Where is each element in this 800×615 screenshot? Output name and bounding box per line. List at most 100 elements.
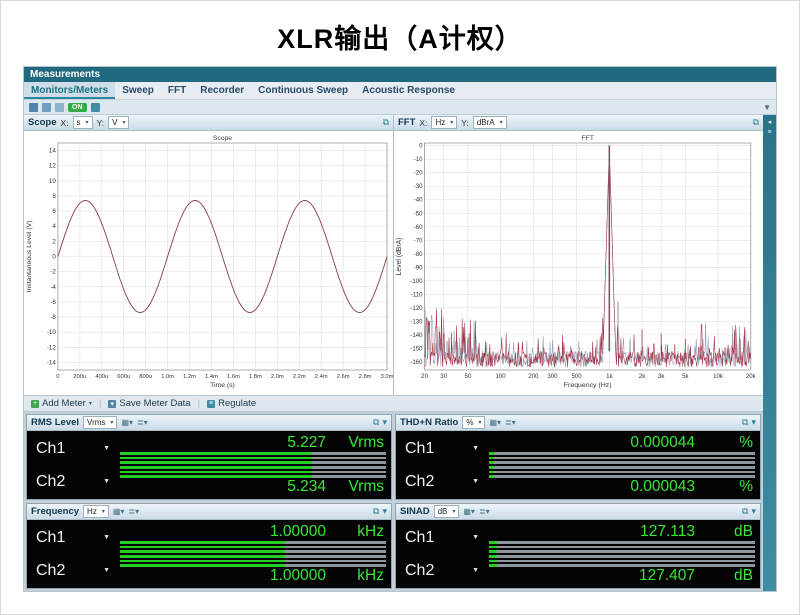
- svg-text:Frequency (Hz): Frequency (Hz): [564, 382, 612, 389]
- meter-unit-select[interactable]: Vrms ▾: [83, 416, 118, 429]
- meter-panel-sinad: SINAD dB ▾ ▦▾ ≣▾ ⧉ ▾ Ch1 ▼ 127.113 dB Ch…: [395, 503, 761, 589]
- layout-icon[interactable]: [42, 102, 51, 112]
- meter-popout-icon[interactable]: ⧉: [373, 506, 379, 517]
- scope-x-unit-select[interactable]: s ▾: [72, 116, 93, 129]
- channel-dropdown-icon[interactable]: ▼: [103, 478, 110, 485]
- filter-caret-icon[interactable]: ▼: [763, 103, 771, 112]
- channel-bar: 0.000043%: [489, 465, 755, 498]
- svg-text:2: 2: [52, 238, 56, 245]
- meter-unit-select[interactable]: Hz ▾: [83, 505, 109, 518]
- channel-bar: 1.00000 kHz: [120, 554, 386, 587]
- tab-monitors-meters[interactable]: Monitors/Meters: [24, 82, 116, 99]
- svg-text:20: 20: [421, 374, 428, 380]
- fft-y-axis-label: Y:: [461, 117, 469, 128]
- meter-menu-icon[interactable]: ▾: [751, 506, 756, 517]
- add-meter-caret-icon: ▾: [88, 401, 92, 407]
- svg-text:12: 12: [49, 163, 56, 170]
- meters-grid: RMS Level Vrms ▾ ▦▾ ≣▾ ⧉ ▾ Ch1 ▼ 5.227 Vrms: [24, 412, 763, 591]
- channel-dropdown-icon[interactable]: ▼: [472, 478, 479, 485]
- meter-unit-select[interactable]: dB ▾: [433, 505, 460, 518]
- svg-text:100: 100: [495, 374, 506, 380]
- channel-dropdown-icon[interactable]: ▼: [472, 534, 479, 541]
- scope-popout-icon[interactable]: ⧉: [383, 117, 389, 128]
- meter-header: SINAD dB ▾ ▦▾ ≣▾ ⧉ ▾: [396, 504, 760, 520]
- tab-continuous-sweep[interactable]: Continuous Sweep: [251, 82, 355, 99]
- add-meter-button[interactable]: + Add Meter ▾: [29, 398, 94, 409]
- svg-text:10k: 10k: [713, 374, 724, 380]
- svg-text:-140: -140: [410, 333, 423, 339]
- channel-label: Ch2 ▼: [405, 472, 479, 490]
- measurement-tab-bar: Monitors/Meters Sweep FFT Recorder Conti…: [24, 82, 776, 100]
- add-icon: +: [31, 399, 39, 408]
- tab-recorder[interactable]: Recorder: [193, 82, 251, 99]
- fft-panel-title: FFT: [398, 117, 416, 128]
- svg-text:20k: 20k: [746, 374, 757, 380]
- meter-popout-icon[interactable]: ⧉: [742, 417, 748, 428]
- meter-menu-icon[interactable]: ▾: [382, 417, 387, 428]
- regulate-button[interactable]: ≡ Regulate: [205, 398, 258, 409]
- channel-dropdown-icon[interactable]: ▼: [472, 567, 479, 574]
- settings-icon[interactable]: [90, 102, 100, 112]
- meter-bar-mode-icon[interactable]: ▦▾: [489, 418, 501, 427]
- fft-popout-icon[interactable]: ⧉: [753, 117, 759, 128]
- meter-unit-select[interactable]: % ▾: [462, 416, 486, 429]
- meter-bar-mode-icon[interactable]: ▦▾: [463, 507, 475, 516]
- fft-y-unit-select[interactable]: dBrA ▾: [472, 116, 507, 129]
- meter-header: Frequency Hz ▾ ▦▾ ≣▾ ⧉ ▾: [27, 504, 391, 520]
- meter-body: Ch1 ▼ 127.113 dB Ch2 ▼ 127.407 dB: [396, 520, 760, 588]
- channel-label: Ch2 ▼: [36, 472, 110, 490]
- channel-dropdown-icon[interactable]: ▼: [103, 445, 110, 452]
- meter-bar-mode-icon[interactable]: ▦▾: [113, 507, 125, 516]
- meter-bar-mode-icon[interactable]: ▦▾: [121, 418, 133, 427]
- fft-x-unit-select[interactable]: Hz ▾: [431, 116, 458, 129]
- meter-options-icon[interactable]: ≣▾: [479, 507, 490, 516]
- tab-fft[interactable]: FFT: [161, 82, 193, 99]
- meter-popout-icon[interactable]: ⧉: [742, 506, 748, 517]
- tab-sweep[interactable]: Sweep: [115, 82, 161, 99]
- channel-dropdown-icon[interactable]: ▼: [472, 445, 479, 452]
- svg-text:-90: -90: [414, 265, 423, 271]
- meter-popout-icon[interactable]: ⧉: [373, 417, 379, 428]
- channel-dropdown-icon[interactable]: ▼: [103, 567, 110, 574]
- meter-options-icon[interactable]: ≣▾: [128, 507, 139, 516]
- grid-view-icon[interactable]: [55, 102, 64, 112]
- meter-menu-icon[interactable]: ▾: [751, 417, 756, 428]
- fft-x-axis-label: X:: [419, 117, 428, 128]
- svg-text:0: 0: [56, 374, 59, 380]
- measurement-app-window: Measurements Monitors/Meters Sweep FFT R…: [23, 66, 777, 592]
- navigator-menu-icon[interactable]: ≡: [767, 129, 771, 136]
- svg-text:200: 200: [528, 374, 539, 380]
- generator-on-toggle[interactable]: ON: [68, 102, 87, 112]
- channel-dropdown-icon[interactable]: ▼: [103, 534, 110, 541]
- svg-text:6: 6: [52, 208, 56, 215]
- svg-text:1.0m: 1.0m: [161, 374, 174, 380]
- channel-row: Ch2 ▼ 127.407 dB: [401, 554, 755, 587]
- meter-body: Ch1 ▼ 5.227 Vrms Ch2 ▼ 5.234 Vrms: [27, 431, 391, 499]
- channel-bar: 1.00000 kHz: [120, 521, 386, 554]
- svg-text:5k: 5k: [682, 374, 689, 380]
- svg-text:-2: -2: [50, 269, 56, 276]
- channel-row: Ch2 ▼ 1.00000 kHz: [32, 554, 386, 587]
- svg-text:2.8m: 2.8m: [359, 374, 372, 380]
- measurements-header-bar: Measurements: [24, 67, 776, 82]
- save-icon: ▾: [108, 399, 117, 408]
- svg-text:800u: 800u: [139, 374, 152, 380]
- meter-options-icon[interactable]: ≣▾: [505, 418, 516, 427]
- meter-body: Ch1 ▼ 0.000044% Ch2 ▼ 0.000043 %: [396, 431, 760, 499]
- monitors-icon[interactable]: [29, 102, 38, 112]
- svg-text:10: 10: [49, 178, 56, 185]
- navigator-strip[interactable]: ◂ ≡: [763, 115, 776, 591]
- meter-menu-icon[interactable]: ▾: [382, 506, 387, 517]
- channel-bar: 127.113 dB: [489, 521, 755, 554]
- svg-text:Instantaneous Level (V): Instantaneous Level (V): [26, 221, 33, 293]
- page-title: XLR输出（A计权）: [277, 24, 523, 54]
- channel-label: Ch1 ▼: [405, 439, 479, 457]
- save-meter-data-button[interactable]: ▾ Save Meter Data: [106, 398, 192, 409]
- meter-header: RMS Level Vrms ▾ ▦▾ ≣▾ ⧉ ▾: [27, 415, 391, 431]
- meter-title: Frequency: [31, 506, 80, 517]
- navigator-collapse-icon[interactable]: ◂: [768, 118, 772, 126]
- meter-options-icon[interactable]: ≣▾: [137, 418, 148, 427]
- tab-acoustic-response[interactable]: Acoustic Response: [355, 82, 462, 99]
- svg-text:Time (s): Time (s): [210, 382, 235, 389]
- scope-y-unit-select[interactable]: V ▾: [108, 116, 130, 129]
